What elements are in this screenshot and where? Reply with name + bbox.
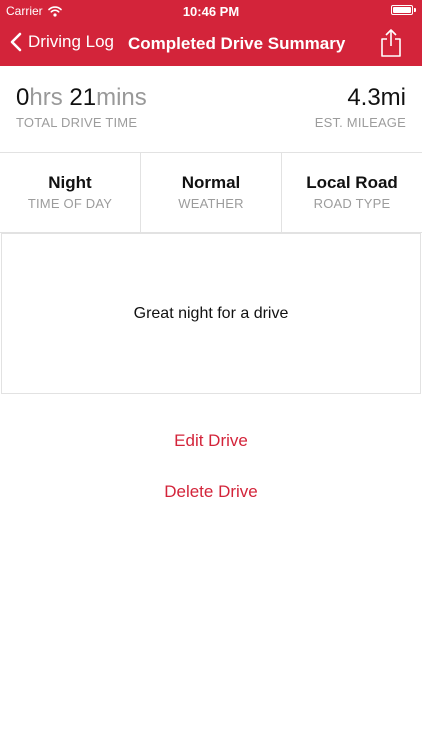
hours-unit: hrs <box>29 84 63 111</box>
edit-drive-button[interactable]: Edit Drive <box>0 431 422 451</box>
back-button-label: Driving Log <box>28 32 114 51</box>
minutes-value: 21 <box>69 84 97 111</box>
estimated-mileage: 4.3mi <box>347 84 406 111</box>
weather-value: Normal <box>181 173 241 192</box>
page-title: Completed Drive Summary <box>128 34 346 53</box>
battery-icon <box>391 5 416 15</box>
road-type-cell: Local Road ROAD TYPE <box>282 153 422 232</box>
header: Carrier 10:46 PM Driving Log Completed D… <box>0 0 422 66</box>
back-button[interactable]: Driving Log <box>10 32 114 52</box>
navigation-bar: Driving Log Completed Drive Summary <box>0 22 422 66</box>
minutes-unit: mins <box>96 84 147 111</box>
completed-drive-summary-screen: Carrier 10:46 PM Driving Log Completed D… <box>0 0 422 750</box>
drive-notes: Great night for a drive <box>1 233 421 394</box>
chevron-left-icon <box>10 32 22 52</box>
total-drive-time-label: TOTAL DRIVE TIME <box>16 115 138 130</box>
total-drive-time: 0hrs 21mins <box>16 84 147 112</box>
time-of-day-value: Night <box>48 173 92 192</box>
time-of-day-label: TIME OF DAY <box>27 196 113 211</box>
drive-conditions: Night TIME OF DAY Normal WEATHER Local R… <box>0 153 422 233</box>
estimated-mileage-label: EST. MILEAGE <box>314 115 406 130</box>
road-type-label: ROAD TYPE <box>313 196 391 211</box>
weather-cell: Normal WEATHER <box>141 153 282 232</box>
hours-value: 0 <box>16 84 30 111</box>
status-bar: Carrier 10:46 PM <box>0 0 422 22</box>
notes-text: Great night for a drive <box>133 304 289 322</box>
time-of-day-cell: Night TIME OF DAY <box>0 153 141 232</box>
road-type-value: Local Road <box>306 173 398 192</box>
drive-summary: 0hrs 21mins TOTAL DRIVE TIME 4.3mi EST. … <box>0 66 422 153</box>
weather-label: WEATHER <box>178 196 244 211</box>
share-icon[interactable] <box>380 28 402 58</box>
status-time: 10:46 PM <box>182 4 240 19</box>
delete-drive-button[interactable]: Delete Drive <box>0 482 422 502</box>
